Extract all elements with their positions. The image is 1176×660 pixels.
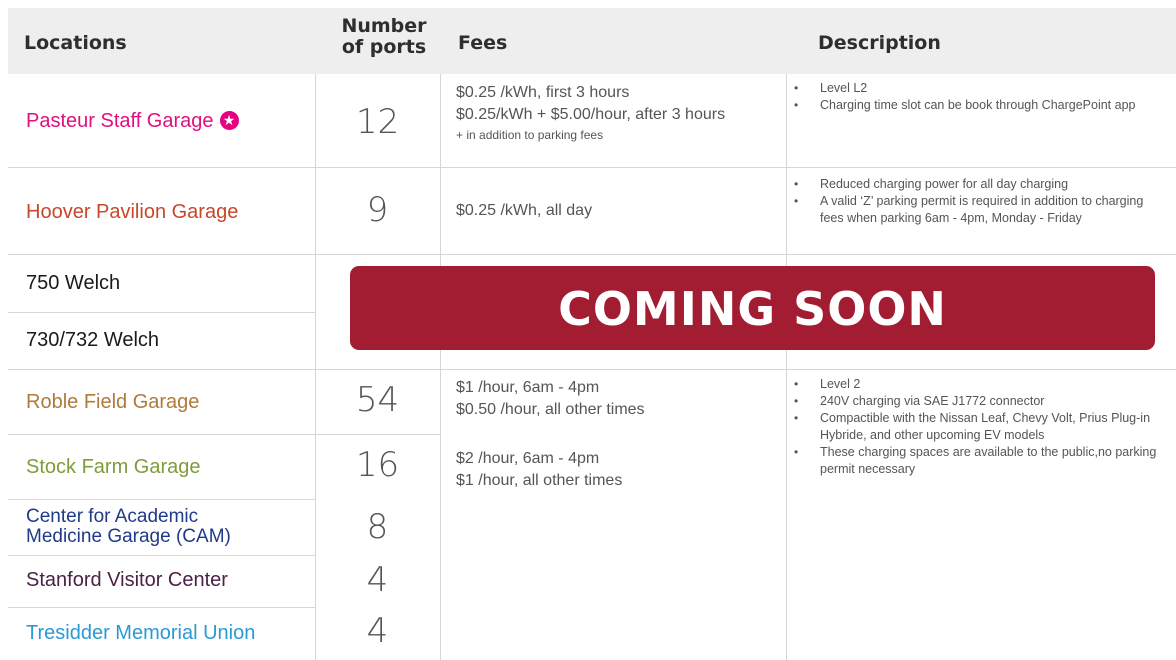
coming-soon-banner: COMING SOON — [350, 266, 1155, 350]
header-description: Description — [818, 32, 941, 54]
location-visitor-center: Stanford Visitor Center — [26, 569, 228, 591]
star-icon: ★ — [219, 111, 239, 130]
location-cam: Center for Academic Medicine Garage (CAM… — [26, 506, 231, 547]
location-name: Pasteur Staff Garage — [26, 110, 214, 132]
fee-line: $0.25 /kWh, first 3 hours — [456, 84, 630, 101]
ports-count: 4 — [366, 611, 389, 651]
description-item: Level 2 — [793, 376, 1169, 393]
ports-count: 54 — [355, 380, 400, 420]
location-roble: Roble Field Garage — [26, 391, 200, 413]
row-divider — [8, 607, 315, 608]
row-divider — [8, 254, 1176, 255]
header-ports-line1: Number — [341, 15, 427, 37]
column-divider — [440, 74, 441, 660]
description-item: Reduced charging power for all day charg… — [793, 176, 1169, 193]
fees-roble: $1 /hour, 6am - 4pm $0.50 /hour, all oth… — [456, 377, 645, 421]
header-ports-line2: of ports — [341, 36, 427, 58]
fees-hoover: $0.25 /kWh, all day — [456, 200, 592, 222]
description-item: A valid ‘Z’ parking permit is required i… — [793, 193, 1169, 227]
description-item: Compactible with the Nissan Leaf, Chevy … — [793, 410, 1169, 444]
location-pasteur: Pasteur Staff Garage ★ — [26, 110, 239, 133]
description-item: Level L2 — [793, 80, 1169, 97]
row-divider — [8, 434, 440, 435]
location-stock-farm: Stock Farm Garage — [26, 456, 201, 478]
row-divider — [8, 312, 315, 313]
fee-line: $1 /hour, 6am - 4pm — [456, 379, 600, 396]
description-hoover: Reduced charging power for all day charg… — [793, 176, 1169, 227]
location-hoover: Hoover Pavilion Garage — [26, 201, 239, 223]
location-750-welch: 750 Welch — [26, 272, 121, 294]
row-divider — [8, 167, 1176, 168]
table-header: Locations Number of ports Fees Descripti… — [8, 8, 1176, 74]
description-item: These charging spaces are available to t… — [793, 444, 1169, 478]
fees-pasteur: $0.25 /kWh, first 3 hours $0.25/kWh + $5… — [456, 82, 725, 144]
fees-stock-farm: $2 /hour, 6am - 4pm $1 /hour, all other … — [456, 448, 622, 492]
row-divider — [8, 555, 315, 556]
description-item: Charging time slot can be book through C… — [793, 97, 1169, 114]
ports-count: 8 — [366, 507, 389, 547]
ports-count: 12 — [355, 102, 400, 142]
description-item: 240V charging via SAE J1772 connector — [793, 393, 1169, 410]
ports-count: 9 — [366, 190, 389, 230]
fee-note: + in addition to parking fees — [456, 128, 604, 142]
header-locations: Locations — [24, 32, 127, 54]
fee-line: $2 /hour, 6am - 4pm — [456, 450, 600, 467]
fee-line: $1 /hour, all other times — [456, 472, 623, 489]
ports-count: 16 — [355, 445, 400, 485]
fee-line: $0.25/kWh + $5.00/hour, after 3 hours — [456, 106, 726, 123]
column-divider — [786, 74, 787, 660]
fee-line: $0.50 /hour, all other times — [456, 401, 645, 418]
header-ports: Number of ports — [325, 16, 443, 58]
fee-line: $0.25 /kWh, all day — [456, 202, 593, 219]
header-fees: Fees — [458, 32, 508, 54]
location-730-732-welch: 730/732 Welch — [26, 329, 160, 351]
description-pasteur: Level L2 Charging time slot can be book … — [793, 80, 1169, 114]
row-divider — [8, 499, 315, 500]
ports-count: 4 — [366, 560, 389, 600]
location-tresidder: Tresidder Memorial Union — [26, 622, 256, 644]
row-divider — [8, 369, 1176, 370]
description-shared: Level 2 240V charging via SAE J1772 conn… — [793, 376, 1169, 478]
